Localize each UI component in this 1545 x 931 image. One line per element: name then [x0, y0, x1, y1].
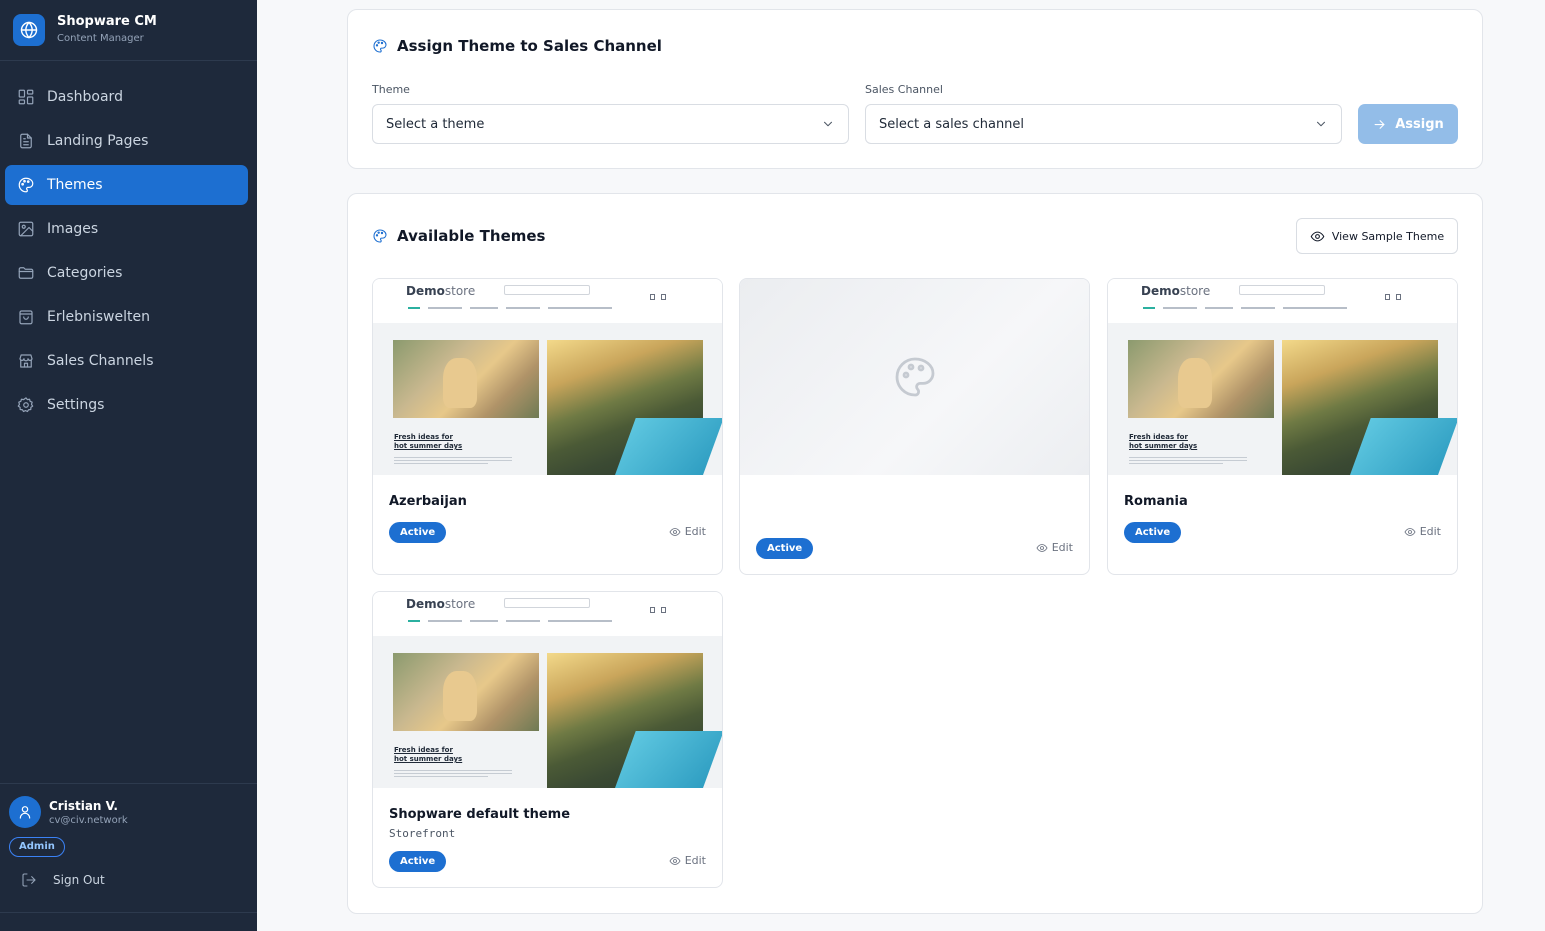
theme-card-romania[interactable]: Demostore Fresh ideas for hot summer days…	[1107, 278, 1458, 575]
palette-icon	[373, 229, 387, 243]
user-name: Cristian V.	[49, 798, 118, 813]
sidebar-item-label: Images	[47, 221, 99, 237]
view-sample-theme-button[interactable]: View Sample Theme	[1296, 218, 1458, 254]
edit-theme-link[interactable]: Edit	[1404, 525, 1441, 538]
app-subtitle: Content Manager	[57, 33, 144, 44]
sidebar-item-erlebniswelten[interactable]: Erlebniswelten	[5, 297, 248, 337]
theme-preview-image: Demostore Fresh ideas for hot summer days	[1108, 279, 1457, 475]
sidebar-item-sales-channels[interactable]: Sales Channels	[5, 341, 248, 381]
edit-label: Edit	[684, 525, 706, 538]
brand-header: Shopware CM Content Manager	[0, 0, 257, 61]
sidebar-item-landing-pages[interactable]: Landing Pages	[5, 121, 248, 161]
theme-field-label: Theme	[372, 83, 410, 96]
file-text-icon	[20, 133, 32, 149]
sidebar-footer	[0, 912, 257, 931]
assign-title: Assign Theme to Sales Channel	[372, 37, 662, 55]
gear-icon	[17, 397, 34, 413]
chevron-down-icon	[1316, 121, 1326, 127]
themes-title-text: Available Themes	[397, 227, 546, 245]
preview-caption: Fresh ideas for hot summer days	[394, 746, 463, 763]
theme-card-shopware-default[interactable]: Demostore Fresh ideas for hot summer days…	[372, 591, 723, 888]
demostore-logo: Demostore	[406, 284, 476, 298]
theme-select[interactable]: Select a theme	[372, 104, 849, 144]
sidebar-item-label: Sales Channels	[47, 353, 154, 369]
sign-out-label: Sign Out	[53, 873, 105, 887]
edit-theme-link[interactable]: Edit	[1036, 541, 1073, 554]
preview-caption: Fresh ideas for hot summer days	[1129, 433, 1198, 450]
sidebar-item-dashboard[interactable]: Dashboard	[5, 77, 248, 117]
demostore-logo: Demostore	[1141, 284, 1211, 298]
sales-channel-select-value: Select a sales channel	[879, 116, 1025, 132]
theme-name: Romania	[1124, 494, 1188, 509]
status-badge: Active	[389, 522, 447, 543]
edit-label: Edit	[1051, 541, 1073, 554]
sales-channel-field-label: Sales Channel	[865, 83, 943, 96]
status-badge: Active	[1124, 522, 1182, 543]
assign-theme-card: Assign Theme to Sales Channel Theme Sele…	[347, 9, 1483, 169]
sidebar-item-label: Themes	[47, 177, 103, 193]
theme-technical-name: Storefront	[389, 827, 456, 840]
edit-theme-link[interactable]: Edit	[669, 854, 706, 867]
app-title: Shopware CM	[57, 14, 157, 29]
view-sample-theme-label: View Sample Theme	[1331, 229, 1445, 243]
assign-button[interactable]: Assign	[1358, 104, 1458, 144]
dashboard-icon	[18, 89, 34, 105]
edit-label: Edit	[1419, 525, 1441, 538]
folder-icon	[18, 267, 34, 279]
themes-title: Available Themes	[372, 227, 545, 245]
chevron-down-icon	[823, 121, 833, 127]
role-badge: Admin	[9, 837, 65, 857]
log-out-icon	[22, 873, 36, 887]
assign-title-text: Assign Theme to Sales Channel	[397, 37, 662, 55]
user-email: cv@civ.network	[49, 814, 128, 826]
sales-channel-select[interactable]: Select a sales channel	[865, 104, 1342, 144]
sidebar-item-label: Erlebniswelten	[47, 309, 150, 325]
theme-card-azerbaijan[interactable]: Demostore Fresh ideas for hot summer days…	[372, 278, 723, 575]
sidebar-item-categories[interactable]: Categories	[5, 253, 248, 293]
theme-preview-image: Demostore Fresh ideas for hot summer days	[373, 279, 722, 475]
theme-card-unnamed[interactable]: Active Edit	[739, 278, 1090, 575]
sidebar-item-themes[interactable]: Themes	[5, 165, 248, 205]
status-badge: Active	[756, 538, 814, 559]
theme-preview-image: Demostore Fresh ideas for hot summer days	[373, 592, 722, 788]
user-icon	[19, 806, 31, 819]
preview-caption: Fresh ideas for hot summer days	[394, 433, 463, 450]
palette-icon	[18, 177, 34, 193]
assign-button-label: Assign	[1395, 116, 1444, 132]
globe-icon	[13, 14, 45, 46]
sidebar-item-label: Categories	[47, 265, 123, 281]
theme-name: Shopware default theme	[389, 807, 571, 822]
demostore-logo: Demostore	[406, 597, 476, 611]
sidebar: Shopware CM Content Manager Dashboard La…	[0, 0, 257, 931]
avatar	[9, 796, 41, 828]
edit-label: Edit	[684, 854, 706, 867]
arrow-right-icon	[1374, 119, 1385, 129]
store-icon	[19, 354, 33, 368]
eye-icon	[1036, 543, 1048, 552]
sign-out-button[interactable]: Sign Out	[21, 872, 105, 888]
edit-theme-link[interactable]: Edit	[669, 525, 706, 538]
sidebar-nav: Dashboard Landing Pages Themes Images Ca…	[5, 77, 248, 429]
image-icon	[18, 221, 34, 237]
status-badge: Active	[389, 851, 447, 872]
eye-icon	[1310, 231, 1325, 241]
sidebar-item-label: Landing Pages	[47, 133, 149, 149]
eye-icon	[669, 527, 681, 536]
sidebar-item-label: Dashboard	[47, 89, 123, 105]
palette-icon	[373, 39, 387, 53]
sidebar-item-settings[interactable]: Settings	[5, 385, 248, 425]
available-themes-card: Available Themes View Sample Theme Demos…	[347, 193, 1483, 914]
sidebar-item-images[interactable]: Images	[5, 209, 248, 249]
theme-preview-placeholder	[740, 279, 1089, 475]
palette-icon	[895, 357, 934, 397]
user-panel: Cristian V. cv@civ.network Admin Sign Ou…	[0, 783, 257, 887]
sidebar-item-label: Settings	[47, 397, 105, 413]
theme-name: Azerbaijan	[389, 494, 467, 509]
eye-icon	[669, 856, 681, 865]
shopping-bag-icon	[19, 310, 33, 325]
theme-select-value: Select a theme	[386, 116, 485, 132]
eye-icon	[1404, 527, 1416, 536]
